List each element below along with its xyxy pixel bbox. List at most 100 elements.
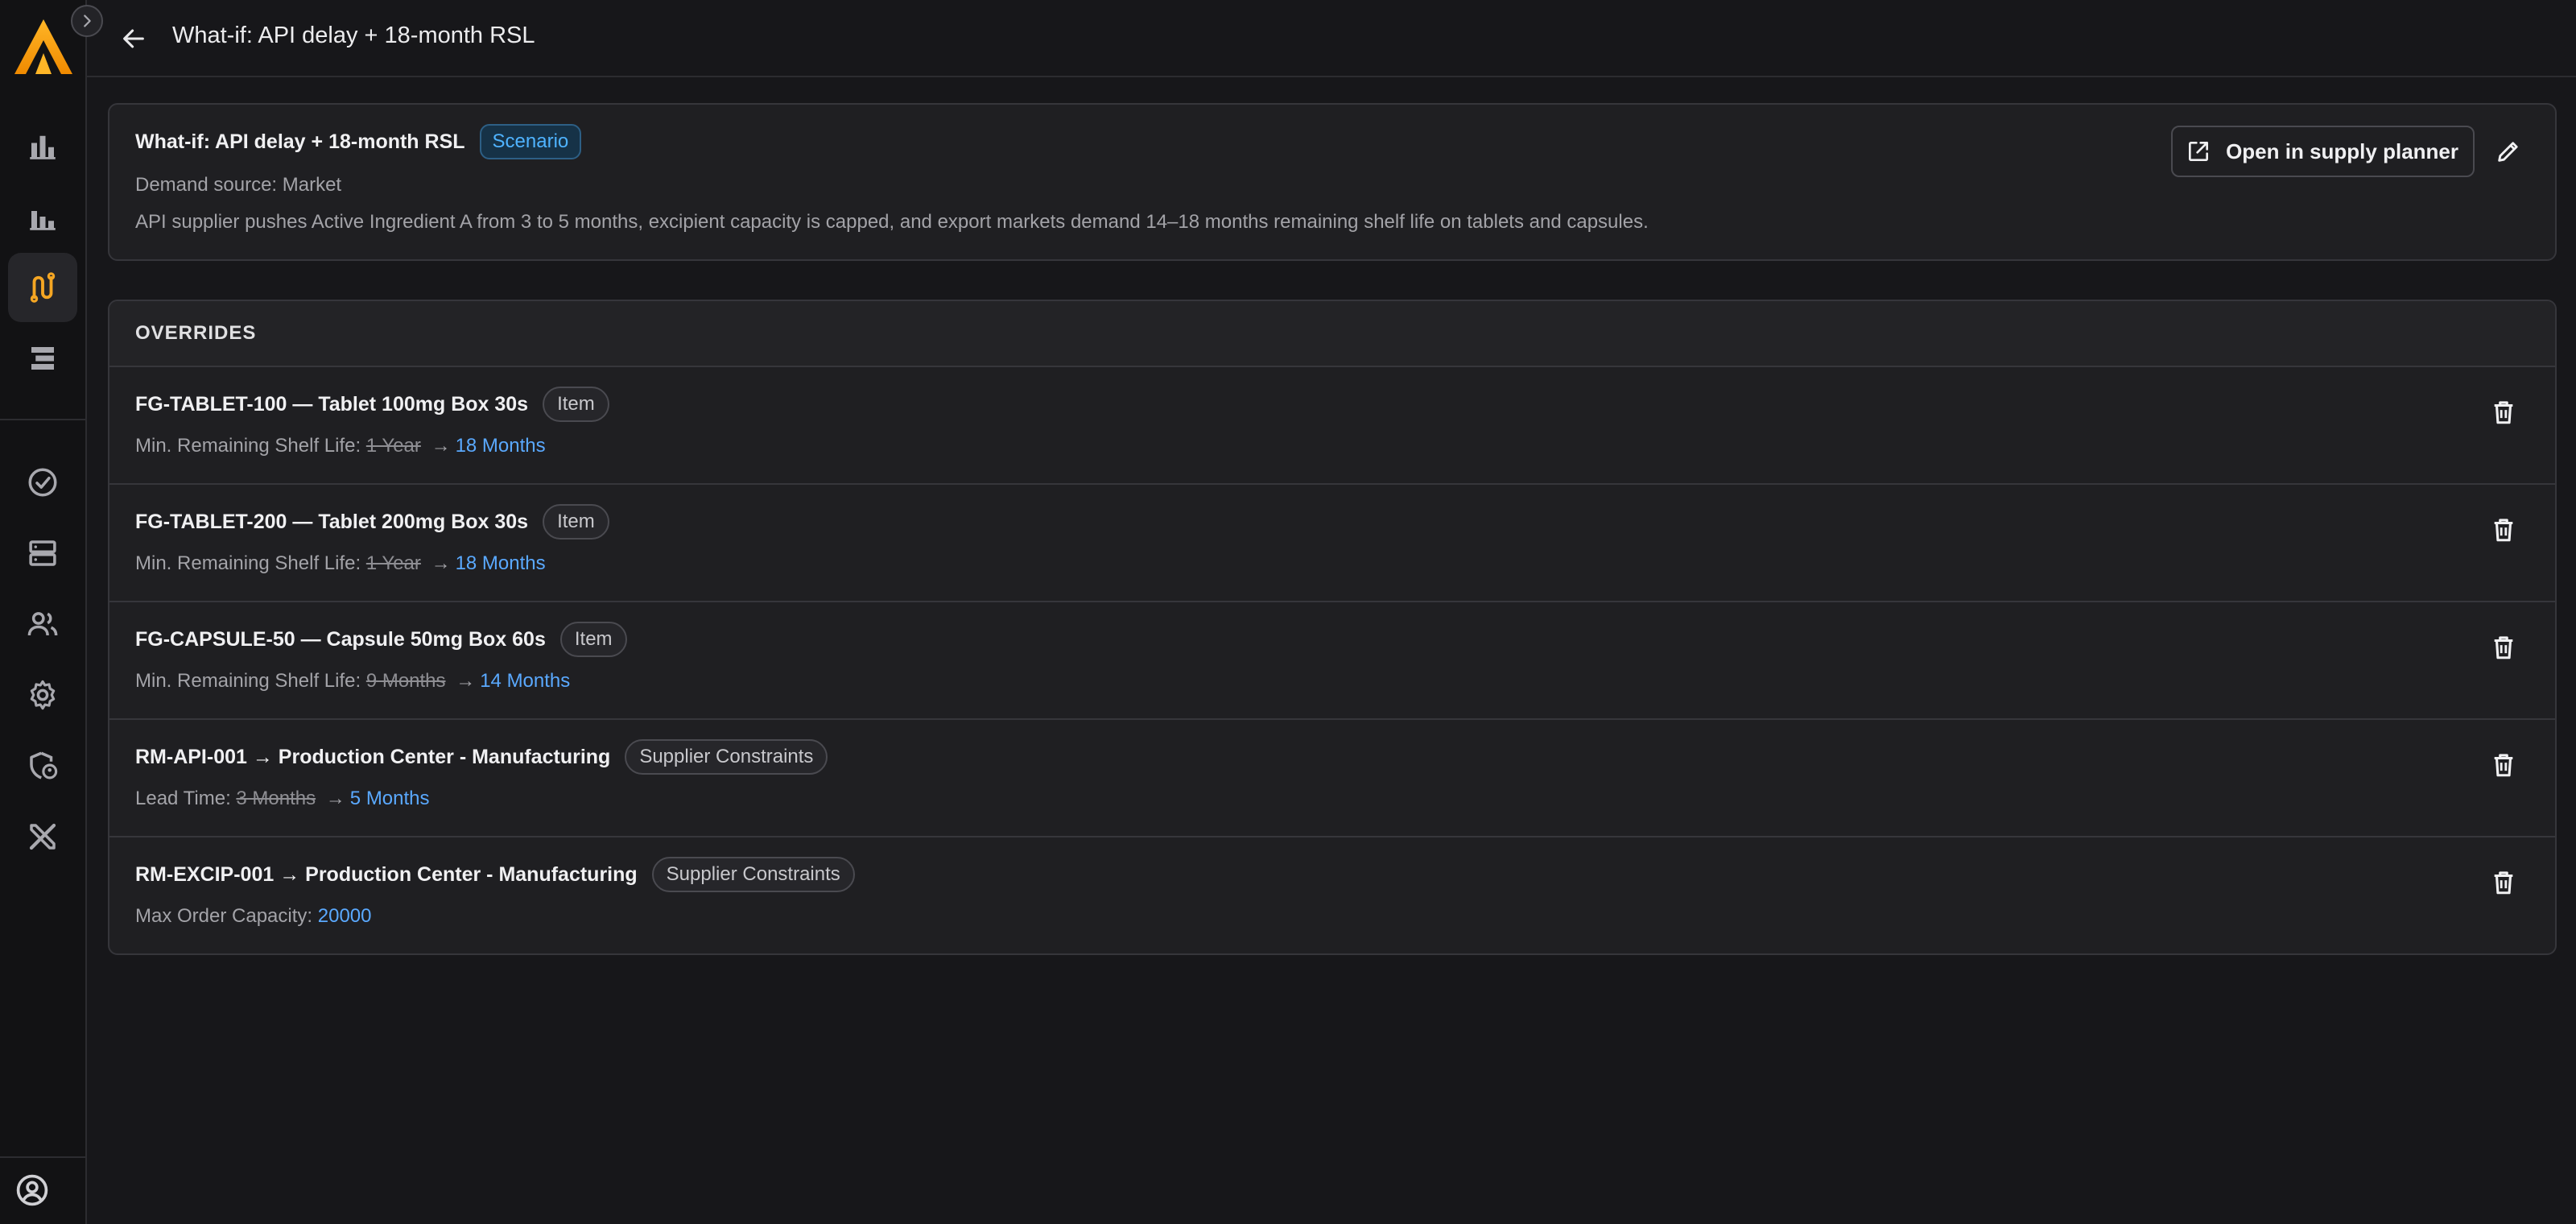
override-type-badge: Supplier Constraints [625, 739, 828, 775]
override-row: FG-CAPSULE-50 — Capsule 50mg Box 60s Ite… [109, 602, 2555, 720]
sidebar-item-scenarios[interactable] [8, 253, 77, 322]
delete-override-button[interactable] [2486, 630, 2521, 665]
open-in-supply-planner-button[interactable]: Open in supply planner [2171, 126, 2475, 177]
page-header: What-if: API delay + 18-month RSL [87, 0, 2576, 77]
sidebar-item-users[interactable] [8, 589, 77, 659]
trash-icon [2494, 401, 2513, 424]
shield-user-icon [30, 751, 58, 779]
override-new-value: 18 Months [455, 435, 546, 457]
override-arrow: → [431, 435, 451, 457]
overrides-card: OVERRIDES FG-TABLET-100 — Tablet 100mg B… [108, 300, 2557, 955]
trash-icon [2494, 519, 2513, 542]
sidebar-divider [0, 1156, 87, 1158]
override-name: RM-EXCIP-001 → Production Center - Manuf… [135, 862, 638, 886]
override-field-label: Min. Remaining Shelf Life: [135, 552, 361, 574]
trash-icon [2494, 636, 2513, 660]
user-circle-icon [16, 1174, 48, 1206]
override-type-badge: Supplier Constraints [651, 857, 855, 892]
bar-chart-icon [30, 211, 56, 230]
trash-icon [2494, 754, 2513, 777]
delete-override-button[interactable] [2486, 747, 2521, 783]
override-arrow: → [431, 552, 451, 574]
override-arrow: → [325, 788, 345, 809]
override-type-badge: Item [543, 504, 609, 540]
delete-override-button[interactable] [2486, 865, 2521, 900]
override-row: RM-EXCIP-001 → Production Center - Manuf… [109, 837, 2555, 953]
override-new-value: 20000 [317, 905, 372, 927]
demand-source: Demand source: Market [135, 174, 342, 196]
arrow-left-icon [123, 29, 144, 48]
sidebar-item-layers[interactable] [8, 324, 77, 393]
app-root: What-if: API delay + 18-month RSL What-i… [0, 0, 2576, 1224]
sidebar-item-settings[interactable] [8, 660, 77, 730]
gear-icon [30, 680, 56, 710]
sidebar-item-tools[interactable] [8, 802, 77, 871]
bar-chart-icon [30, 135, 56, 159]
stack-icon [31, 347, 54, 370]
sidebar [0, 0, 103, 1224]
users-icon [27, 612, 58, 636]
override-name: FG-TABLET-200 — Tablet 200mg Box 30s [135, 510, 529, 533]
sidebar-item-data[interactable] [8, 519, 77, 588]
override-field-label: Min. Remaining Shelf Life: [135, 435, 361, 457]
override-row: FG-TABLET-100 — Tablet 100mg Box 30s Ite… [109, 367, 2555, 485]
override-old-value: 1 Year [365, 435, 421, 457]
user-avatar[interactable] [14, 1172, 50, 1208]
external-link-icon [2189, 142, 2209, 161]
override-new-value: 14 Months [480, 670, 571, 692]
scenario-description: API supplier pushes Active Ingredient A … [135, 211, 1649, 233]
override-new-value: 5 Months [349, 788, 430, 809]
chevron-right-icon [84, 14, 91, 27]
check-circle-icon [28, 468, 57, 497]
override-title-row: FG-CAPSULE-50 — Capsule 50mg Box 60s Ite… [135, 622, 627, 657]
override-detail: Min. Remaining Shelf Life: 9 Months → 14 … [135, 670, 570, 693]
sidebar-item-tasks[interactable] [8, 448, 77, 517]
override-detail: Max Order Capacity: 20000 [135, 905, 372, 928]
logo [13, 16, 74, 81]
override-title-row: RM-EXCIP-001 → Production Center - Manuf… [135, 857, 855, 892]
trash-icon [2494, 871, 2513, 895]
sidebar-collapse-button[interactable] [71, 5, 103, 37]
override-new-value: 18 Months [455, 552, 546, 574]
server-icon [29, 540, 56, 566]
sidebar-divider [0, 419, 87, 420]
logo-mark-icon [14, 19, 72, 74]
override-detail: Min. Remaining Shelf Life: 1 Year → 18 Mo… [135, 552, 546, 575]
override-old-value: 3 Months [236, 788, 316, 809]
scenario-card: What-if: API delay + 18-month RSL Scenar… [108, 103, 2557, 261]
route-icon [30, 272, 56, 303]
override-name: FG-CAPSULE-50 — Capsule 50mg Box 60s [135, 627, 546, 651]
scenario-title-row: What-if: API delay + 18-month RSL Scenar… [135, 124, 582, 159]
page-title: What-if: API delay + 18-month RSL [172, 23, 535, 48]
override-detail: Lead Time: 3 Months → 5 Months [135, 788, 430, 810]
override-name: RM-API-001 → Production Center - Manufac… [135, 745, 611, 768]
open-in-supply-planner-label: Open in supply planner [2226, 139, 2458, 163]
overrides-heading: OVERRIDES [109, 301, 2555, 367]
override-arrow: → [456, 670, 476, 692]
override-field-label: Min. Remaining Shelf Life: [135, 670, 361, 692]
override-old-value: 1 Year [365, 552, 421, 574]
override-name: FG-TABLET-100 — Tablet 100mg Box 30s [135, 392, 529, 416]
back-button[interactable] [116, 21, 151, 56]
tools-icon [29, 823, 56, 850]
override-title-row: FG-TABLET-100 — Tablet 100mg Box 30s Ite… [135, 387, 609, 422]
sidebar-item-analytics[interactable] [8, 182, 77, 251]
override-title-row: FG-TABLET-200 — Tablet 200mg Box 30s Ite… [135, 504, 609, 540]
override-old-value: 9 Months [365, 670, 446, 692]
pencil-icon [2498, 142, 2518, 162]
delete-override-button[interactable] [2486, 395, 2521, 430]
override-title-row: RM-API-001 → Production Center - Manufac… [135, 739, 828, 775]
delete-override-button[interactable] [2486, 512, 2521, 548]
override-field-label: Max Order Capacity: [135, 905, 313, 927]
override-detail: Min. Remaining Shelf Life: 1 Year → 18 Mo… [135, 435, 546, 457]
scenario-name: What-if: API delay + 18-month RSL [135, 130, 465, 153]
override-field-label: Lead Time: [135, 788, 231, 809]
override-row: RM-API-001 → Production Center - Manufac… [109, 720, 2555, 837]
override-type-badge: Item [559, 622, 627, 657]
override-type-badge: Item [543, 387, 609, 422]
edit-scenario-button[interactable] [2491, 134, 2526, 169]
scenario-badge: Scenario [479, 124, 582, 159]
override-row: FG-TABLET-200 — Tablet 200mg Box 30s Ite… [109, 485, 2555, 602]
sidebar-item-dashboard[interactable] [8, 111, 77, 180]
sidebar-item-security[interactable] [8, 731, 77, 800]
